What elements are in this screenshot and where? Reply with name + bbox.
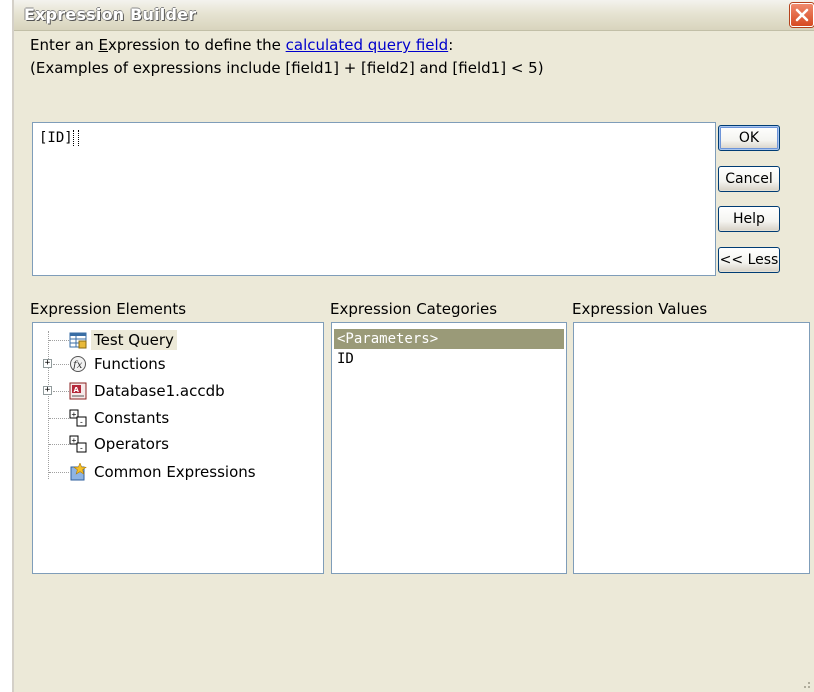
functions-icon: fx <box>69 355 87 373</box>
expression-categories-label: Expression Categories <box>330 300 498 318</box>
tree-item-label: Operators <box>94 435 169 453</box>
tree-item-label: Test Query <box>91 330 177 350</box>
svg-text:-: - <box>79 444 84 453</box>
svg-text:-: - <box>79 418 84 427</box>
less-button[interactable]: << Less <box>718 247 780 273</box>
expand-icon[interactable]: + <box>43 386 52 395</box>
calculated-query-field-link[interactable]: calculated query field <box>286 36 449 54</box>
help-button[interactable]: Help <box>718 206 780 232</box>
ok-button[interactable]: OK <box>718 125 780 151</box>
tree-item-operators[interactable]: + - Operators <box>49 433 172 455</box>
svg-text:+: + <box>72 410 77 419</box>
tree-item-label: Common Expressions <box>94 463 256 481</box>
operators-icon: + - <box>69 435 87 453</box>
category-item-id[interactable]: ID <box>334 349 564 369</box>
accelerator-key: E <box>98 36 108 54</box>
prompt-text: Enter an Expression to define the calcul… <box>30 36 454 54</box>
text-cursor <box>73 130 79 146</box>
svg-text:A: A <box>74 386 80 394</box>
expression-elements-label: Expression Elements <box>30 300 187 318</box>
cancel-button[interactable]: Cancel <box>718 166 780 192</box>
expression-elements-tree[interactable]: Test Query + fx Functions + A Database1.… <box>32 322 324 574</box>
expression-value: [ID] <box>39 130 73 146</box>
resize-grip-icon[interactable] <box>799 677 811 689</box>
tree-item-label: Functions <box>94 355 166 373</box>
tree-item-label: Database1.accdb <box>94 382 225 400</box>
window-title: Expression Builder <box>24 5 197 24</box>
common-expressions-icon <box>69 462 87 481</box>
tree-item-functions[interactable]: + fx Functions <box>43 353 169 375</box>
constants-icon: + - <box>69 409 87 427</box>
expression-values-label: Expression Values <box>572 300 708 318</box>
tree-item-test-query[interactable]: Test Query <box>49 329 177 351</box>
svg-text:fx: fx <box>72 360 83 371</box>
tree-item-label: Constants <box>94 409 170 427</box>
tree-item-common-expressions[interactable]: Common Expressions <box>49 461 259 483</box>
examples-text: (Examples of expressions include [field1… <box>30 59 544 77</box>
expression-input[interactable]: [ID] <box>32 122 716 276</box>
database-icon: A <box>69 382 87 400</box>
expand-icon[interactable]: + <box>43 359 52 368</box>
expression-builder-window: Expression Builder Enter an Expression t… <box>12 0 814 692</box>
query-icon <box>69 331 87 349</box>
svg-text:+: + <box>72 436 77 445</box>
expression-categories-list[interactable]: <Parameters> ID <box>331 322 567 574</box>
expression-values-list[interactable] <box>573 322 810 574</box>
title-bar[interactable]: Expression Builder <box>14 0 814 31</box>
tree-item-constants[interactable]: + - Constants <box>49 407 172 429</box>
close-icon <box>795 8 809 22</box>
category-item-parameters[interactable]: <Parameters> <box>334 329 564 349</box>
tree-item-database[interactable]: + A Database1.accdb <box>43 380 228 402</box>
close-button[interactable] <box>790 3 814 27</box>
